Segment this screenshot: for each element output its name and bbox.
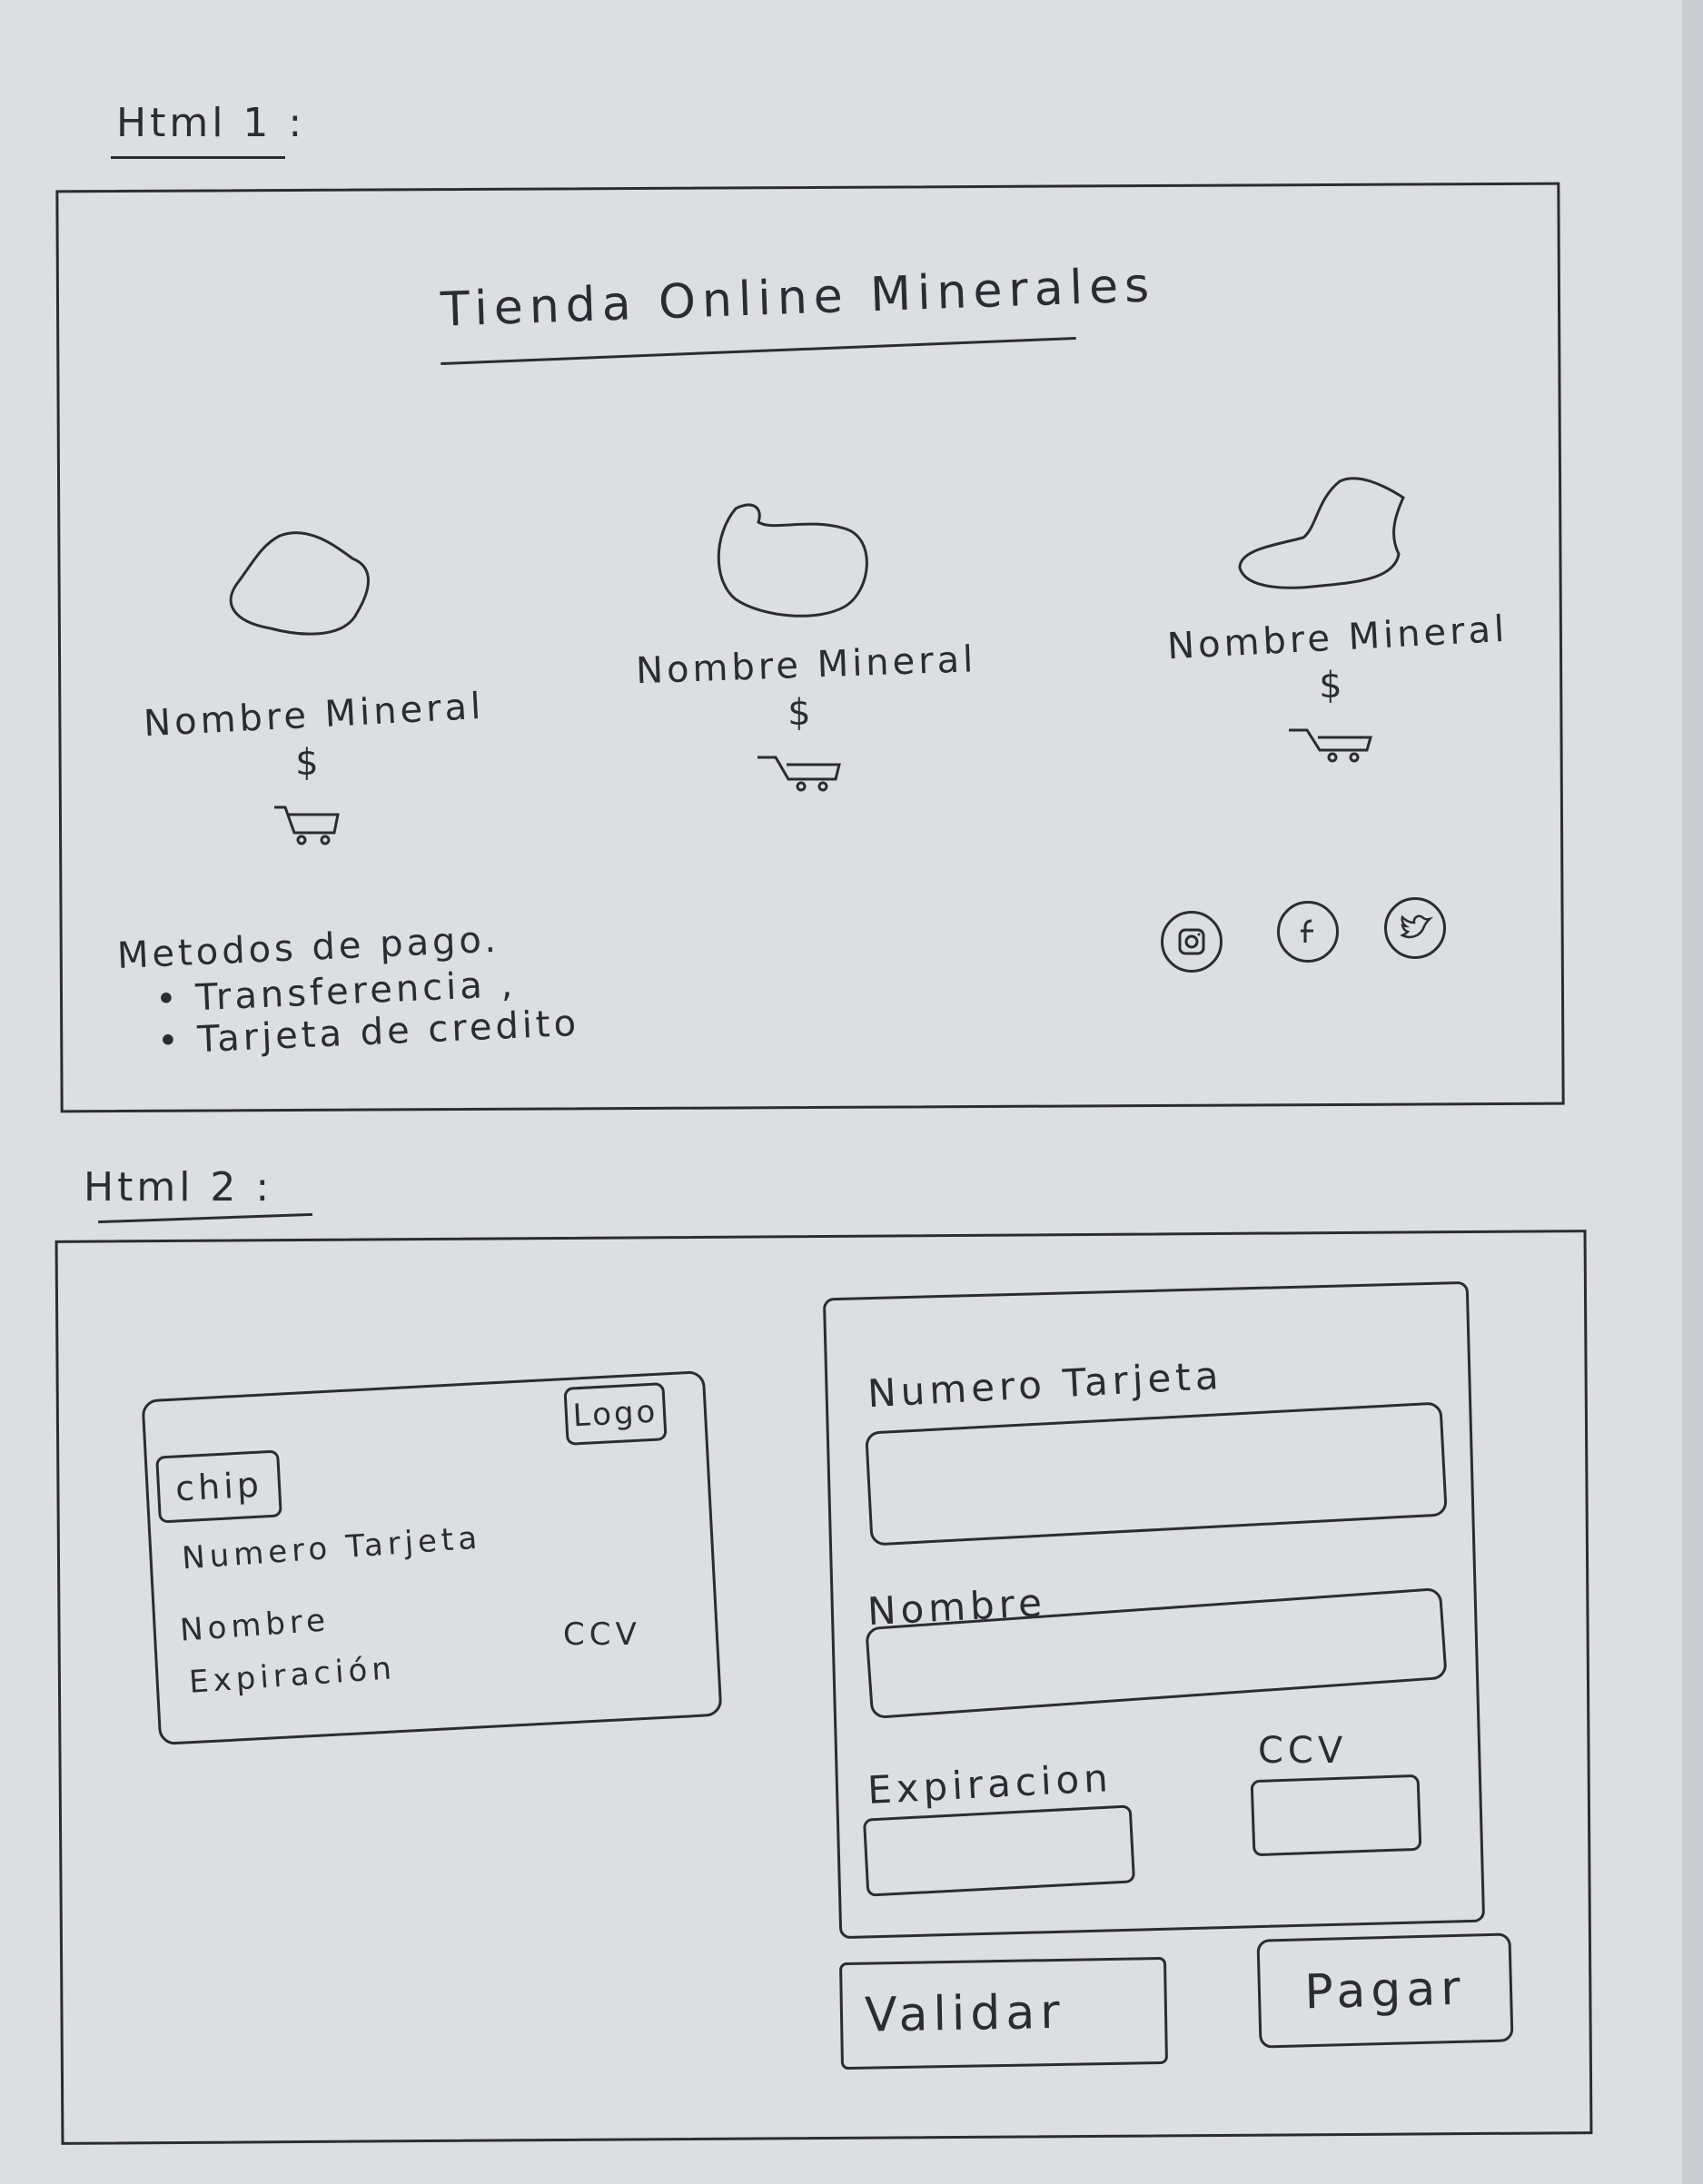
product-name: Nombre Mineral: [143, 685, 486, 746]
product-card[interactable]: Nombre Mineral $: [635, 499, 977, 797]
ccv-label: CCV: [1258, 1730, 1348, 1772]
mineral-rock-icon: [1238, 477, 1405, 589]
payment-methods: Metodos de pago. Transferencia , Tarjeta…: [116, 915, 580, 1064]
card-logo: Logo: [563, 1382, 668, 1446]
product-price: $: [787, 692, 811, 734]
mineral-rock-icon: [717, 503, 868, 618]
card-ccv: CCV: [563, 1616, 641, 1653]
instagram-icon[interactable]: [1161, 911, 1223, 973]
product-card[interactable]: Nombre Mineral $: [1166, 472, 1510, 766]
card-chip: chip: [155, 1449, 282, 1524]
expiration-input[interactable]: [862, 1804, 1136, 1897]
cart-icon[interactable]: [754, 752, 845, 797]
sketch-paper: Html 1 : Tienda Online Minerales Nombre …: [0, 0, 1682, 2184]
product-price: $: [1319, 665, 1342, 707]
product-name: Nombre Mineral: [635, 638, 977, 693]
pay-button[interactable]: Pagar: [1256, 1932, 1514, 2049]
section1-heading: Html 1 :: [116, 100, 306, 146]
cart-icon[interactable]: [271, 802, 343, 847]
product-price: $: [295, 742, 319, 784]
cart-icon[interactable]: [1285, 725, 1376, 766]
mineral-rock-icon: [229, 531, 370, 636]
ccv-input[interactable]: [1250, 1774, 1422, 1857]
product-name: Nombre Mineral: [1166, 608, 1510, 668]
twitter-icon[interactable]: [1384, 897, 1446, 959]
section1-heading-underline: [111, 156, 285, 159]
section2-heading-underline: [98, 1212, 312, 1224]
section2-heading: Html 2 :: [84, 1164, 273, 1211]
facebook-icon[interactable]: [1277, 901, 1339, 963]
validate-button[interactable]: Validar: [838, 1956, 1169, 2070]
product-card[interactable]: Nombre Mineral $: [143, 527, 486, 847]
